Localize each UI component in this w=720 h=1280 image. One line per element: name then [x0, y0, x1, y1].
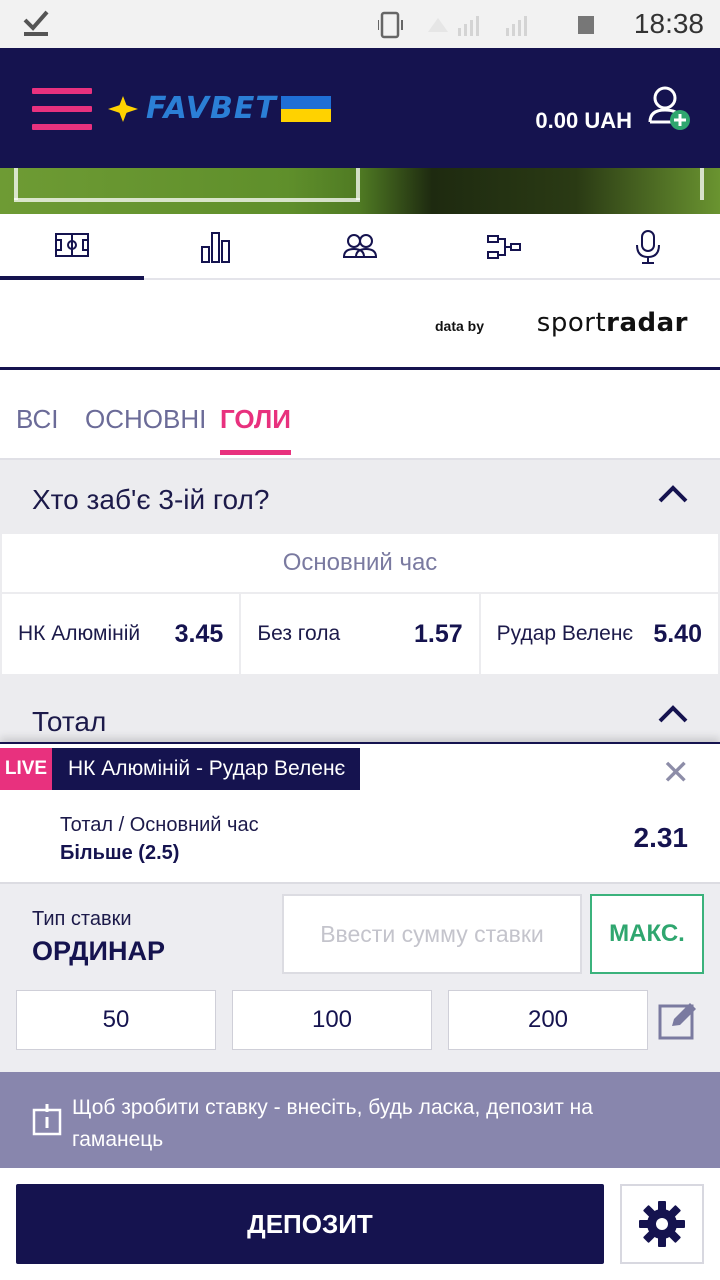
odd-button[interactable]: НК Алюміній 3.45	[2, 594, 240, 674]
app-header: FAVBET 0.00 UAH	[0, 48, 720, 168]
betslip-coefficient: 2.31	[633, 822, 689, 853]
tab-all[interactable]: ВСІ	[16, 404, 58, 435]
chevron-up-icon[interactable]	[658, 704, 688, 724]
info-icon	[32, 1104, 62, 1136]
gear-icon	[639, 1201, 685, 1247]
tab-stats[interactable]	[144, 214, 288, 280]
betslip-outcome: Більше (2.5)	[60, 842, 180, 864]
odd-name: Рудар Веленє	[496, 622, 634, 645]
match-info-tabs	[0, 214, 720, 280]
odd-value: 1.57	[413, 619, 463, 648]
field-icon	[55, 233, 89, 257]
ukraine-flag-icon	[280, 96, 331, 122]
betslip-match-title: НК Алюміній - Рудар Веленє	[52, 748, 360, 790]
odd-value: 3.45	[174, 619, 224, 648]
bet-type-value[interactable]: ОРДИНАР	[32, 936, 165, 967]
period-label: Основний час	[2, 534, 718, 592]
market-title: Хто заб'є 3-ій гол?	[32, 484, 270, 515]
market-header-total[interactable]: Тотал	[0, 688, 720, 742]
microphone-icon	[636, 230, 660, 264]
bet-type-label: Тип ставки	[32, 908, 132, 930]
favbet-star-icon	[108, 96, 138, 122]
odd-name: Без гола	[257, 622, 341, 645]
betslip: LIVE НК Алюміній - Рудар Веленє ✕ Тотал …	[0, 742, 720, 882]
clock: 18:38	[633, 8, 704, 39]
logo[interactable]: FAVBET	[108, 94, 331, 124]
odds-row: НК Алюміній 3.45 Без гола 1.57 Рудар Вел…	[2, 594, 718, 674]
status-bar: 18:38	[0, 0, 720, 48]
tab-bracket[interactable]	[432, 214, 576, 280]
close-icon[interactable]: ✕	[662, 756, 691, 790]
betslip-market: Тотал / Основний час	[60, 814, 259, 836]
system-status-icons	[378, 11, 594, 39]
live-badge: LIVE	[0, 748, 52, 790]
bottom-bar: ДЕПОЗИТ	[0, 1168, 720, 1280]
stake-panel: Тип ставки ОРДИНАР Ввести сумму ставки М…	[0, 882, 720, 1072]
tab-lineups[interactable]	[288, 214, 432, 280]
logo-wordmark: FAVBET	[146, 91, 277, 126]
odd-name: НК Алюміній	[18, 622, 141, 645]
market-list: Хто заб'є 3-ій гол? Основний час НК Алюм…	[0, 460, 720, 742]
odd-button[interactable]: Рудар Веленє 5.40	[480, 594, 718, 674]
data-by-label: data by	[434, 318, 484, 334]
odd-button[interactable]: Без гола 1.57	[241, 594, 479, 674]
balance[interactable]: 0.00 UAH	[535, 108, 632, 134]
market-header[interactable]: Хто заб'є 3-ій гол?	[0, 460, 720, 534]
deposit-button[interactable]: ДЕПОЗИТ	[16, 1184, 604, 1264]
deposit-notice: Щоб зробити ставку - внесіть, будь ласка…	[0, 1072, 720, 1168]
tab-field[interactable]	[0, 214, 144, 280]
add-user-icon[interactable]	[648, 86, 690, 130]
market-tabs: ВСІ ОСНОВНІ ГОЛИ	[0, 372, 720, 460]
quick-amount-button[interactable]: 50	[16, 990, 216, 1050]
max-stake-button[interactable]: МАКС.	[590, 894, 704, 974]
chevron-up-icon[interactable]	[658, 484, 688, 504]
lineups-icon	[343, 234, 377, 258]
tab-main[interactable]: ОСНОВНІ	[85, 404, 206, 435]
market-title: Тотал	[32, 706, 107, 737]
tab-goals[interactable]: ГОЛИ	[220, 404, 291, 455]
menu-icon[interactable]	[32, 88, 92, 130]
match-field-graphic	[0, 168, 720, 214]
sportradar-logo-light: sport	[536, 308, 607, 338]
stake-input[interactable]: Ввести сумму ставки	[282, 894, 582, 974]
sportradar-logo-bold: radar	[606, 308, 688, 338]
sportradar-logo: sportradar	[537, 308, 688, 338]
tab-commentary[interactable]	[576, 214, 720, 280]
quick-amount-button[interactable]: 200	[448, 990, 648, 1050]
notice-text: Щоб зробити ставку - внесіть, будь ласка…	[72, 1096, 593, 1151]
sportradar-credit: data by sportradar	[0, 280, 720, 370]
settings-button[interactable]	[620, 1184, 704, 1264]
bracket-icon	[487, 235, 521, 259]
download-done-icon	[23, 10, 49, 36]
edit-icon[interactable]	[658, 1000, 700, 1040]
odd-value: 5.40	[653, 619, 702, 648]
stats-icon	[201, 232, 230, 263]
quick-amount-button[interactable]: 100	[232, 990, 432, 1050]
